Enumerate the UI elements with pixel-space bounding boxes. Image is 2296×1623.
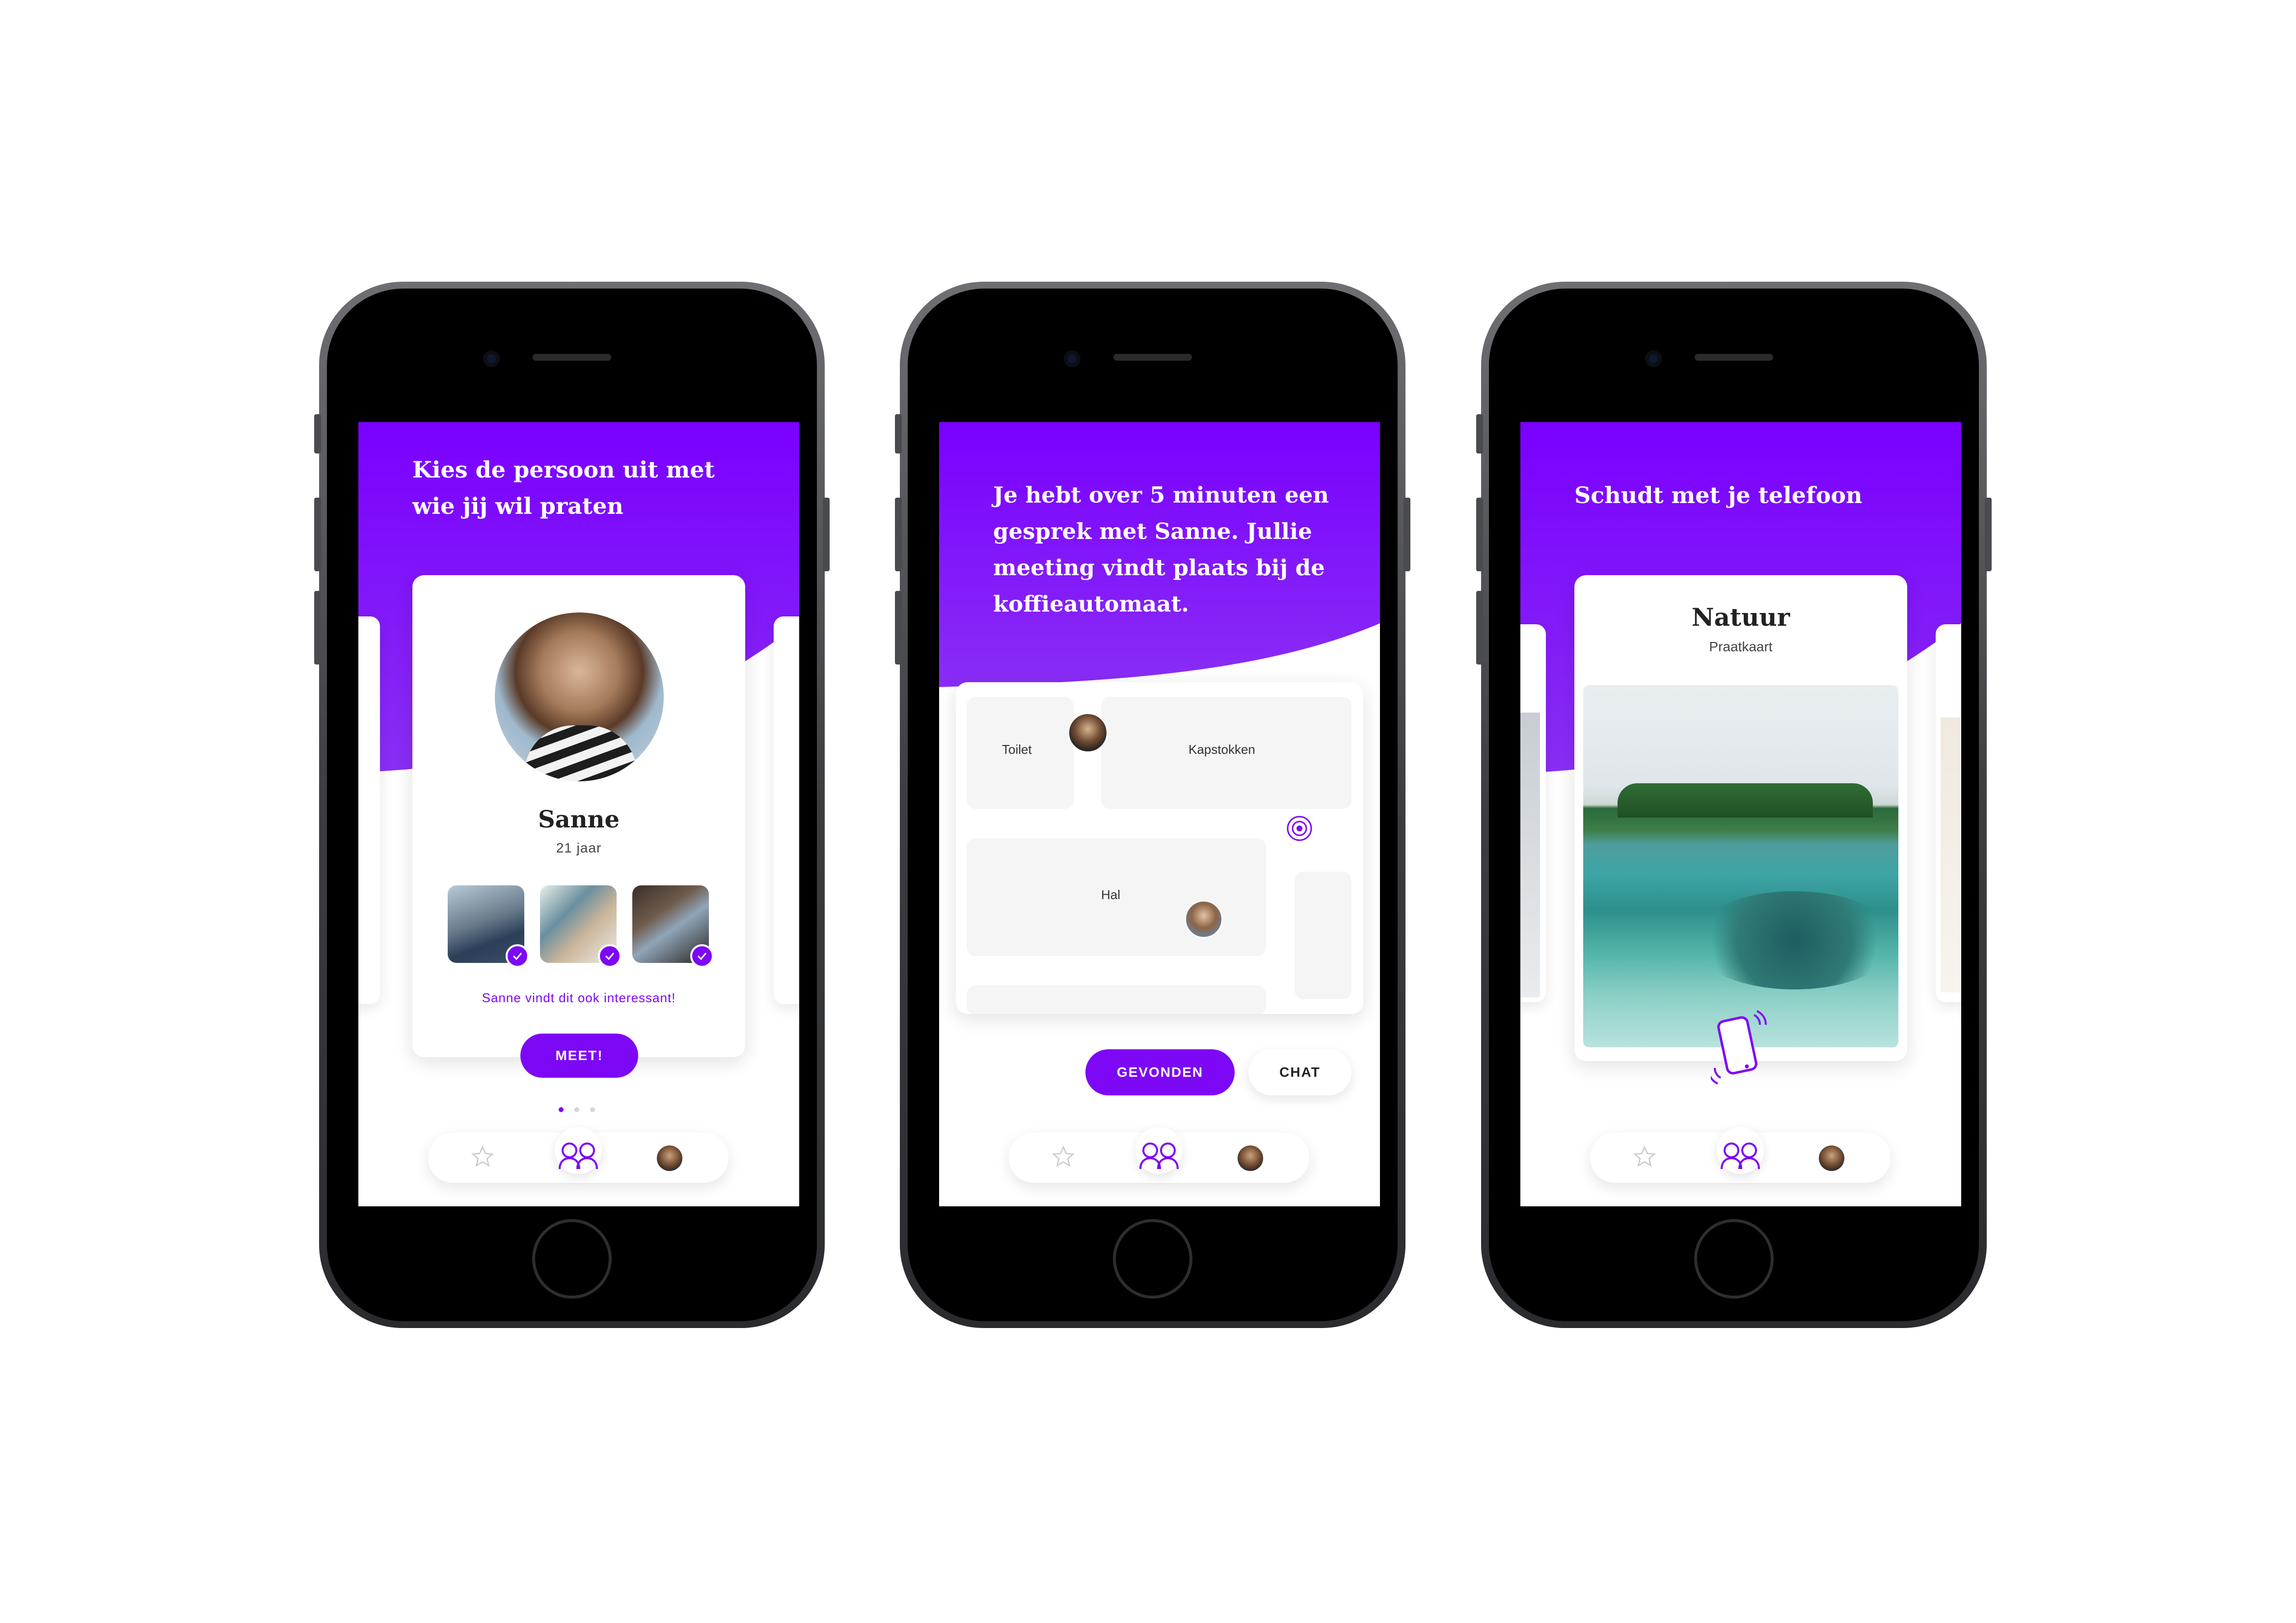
card-image	[1583, 685, 1898, 1047]
interest-photo[interactable]	[540, 885, 621, 968]
pagination-dot-active[interactable]	[559, 1107, 564, 1112]
reef	[1691, 891, 1897, 989]
map-room-toilet[interactable]: Toilet	[967, 697, 1074, 809]
check-icon	[506, 944, 529, 968]
home-button[interactable]	[1113, 1219, 1192, 1299]
phone-bezel: Kies de persoon uit met wie jij wil prat…	[327, 289, 817, 1321]
profile-photo	[495, 612, 664, 781]
map-room-coat-rack[interactable]: Kapstokken	[1101, 697, 1351, 809]
island-trees	[1618, 783, 1873, 818]
prev-card-image	[1520, 713, 1540, 997]
profile-name: Sanne	[538, 806, 620, 833]
profile-avatar[interactable]	[1819, 1145, 1844, 1171]
page-title: Kies de persoon uit met wie jij wil prat…	[412, 452, 715, 524]
map-label-hall: Hal	[1101, 887, 1121, 902]
interest-note: Sanne vindt dit ook interessant!	[482, 990, 676, 1005]
people-icon[interactable]	[557, 1142, 600, 1174]
star-icon[interactable]	[1051, 1144, 1076, 1171]
phone-side-button	[895, 498, 902, 571]
star-icon[interactable]	[1632, 1144, 1657, 1171]
profile-avatar[interactable]	[657, 1145, 682, 1171]
phone-bezel: Schudt met je telefoon Natuur Praatkaart	[1489, 289, 1979, 1321]
phone-side-button	[314, 414, 321, 453]
title-line: meeting vindt plaats bij de	[993, 555, 1325, 581]
title-line: koffieautomaat.	[993, 591, 1189, 617]
pagination-dot[interactable]	[590, 1107, 595, 1112]
phone-side-button	[314, 591, 321, 665]
phone-1: Kies de persoon uit met wie jij wil prat…	[314, 282, 830, 1328]
phone-side-button	[1476, 591, 1483, 665]
people-icon[interactable]	[1719, 1142, 1762, 1174]
chat-button[interactable]: CHAT	[1248, 1049, 1351, 1095]
pagination-dot[interactable]	[574, 1107, 579, 1112]
profile-card[interactable]: Sanne 21 jaar Sanne vindt dit ook intere…	[412, 575, 745, 1057]
people-icon[interactable]	[1137, 1142, 1181, 1174]
phone-bezel: Je hebt over 5 minuten een gesprek met S…	[908, 289, 1398, 1321]
pagination-dots	[559, 1107, 603, 1113]
phone-3: Schudt met je telefoon Natuur Praatkaart	[1476, 282, 1992, 1328]
map-room[interactable]	[1295, 872, 1351, 999]
phone-side-button	[1476, 414, 1483, 453]
card-subtitle: Praatkaart	[1709, 639, 1773, 654]
next-card-peek[interactable]	[1936, 624, 1961, 1002]
check-icon	[598, 944, 621, 968]
interest-photo[interactable]	[632, 885, 714, 968]
screen-shake-phone: Schudt met je telefoon Natuur Praatkaart	[1520, 422, 1961, 1206]
prev-card-peek[interactable]	[1520, 624, 1546, 1002]
phone-side-button	[895, 414, 902, 453]
shirt-stripes	[524, 725, 637, 781]
user-location-avatar[interactable]	[1068, 713, 1108, 753]
map-label-toilet: Toilet	[1002, 742, 1032, 757]
phone-side-button	[823, 498, 830, 571]
profile-avatar[interactable]	[1238, 1145, 1263, 1171]
screen-meeting: Je hebt over 5 minuten een gesprek met S…	[939, 422, 1380, 1206]
front-camera	[483, 350, 500, 367]
bottom-nav	[1009, 1127, 1309, 1183]
bottom-nav	[428, 1127, 729, 1183]
front-camera	[1064, 350, 1080, 367]
star-icon[interactable]	[470, 1144, 495, 1171]
home-button[interactable]	[532, 1219, 612, 1299]
earpiece-speaker	[533, 354, 611, 361]
check-icon	[690, 944, 714, 968]
map-room-hall[interactable]: Hal	[967, 838, 1266, 956]
title-line: Kies de persoon uit met	[412, 456, 715, 483]
page-title: Je hebt over 5 minuten een gesprek met S…	[993, 477, 1329, 622]
title-line: wie jij wil praten	[412, 493, 623, 519]
next-card-peek[interactable]	[774, 616, 799, 1004]
phone-side-button	[1404, 498, 1410, 571]
map-label-coat-rack: Kapstokken	[1189, 742, 1255, 757]
home-button[interactable]	[1694, 1219, 1774, 1299]
phone-2: Je hebt over 5 minuten een gesprek met S…	[895, 282, 1410, 1328]
prev-card-peek[interactable]	[358, 616, 380, 1004]
meeting-point-icon[interactable]	[1285, 814, 1314, 846]
phone-side-button	[1985, 498, 1992, 571]
floor-map[interactable]: Toilet Kapstokken Hal	[956, 682, 1363, 1014]
meet-button[interactable]: MEET!	[520, 1034, 638, 1078]
profile-age: 21 jaar	[556, 840, 602, 855]
earpiece-speaker	[1113, 354, 1192, 361]
card-title: Natuur	[1691, 603, 1790, 632]
map-room[interactable]	[967, 985, 1266, 1014]
phone-side-button	[1476, 498, 1483, 571]
bottom-nav	[1590, 1127, 1891, 1183]
shake-phone-icon	[1708, 1009, 1770, 1105]
phone-side-button	[895, 591, 902, 665]
found-button[interactable]: GEVONDEN	[1085, 1049, 1235, 1095]
screen-choose-person: Kies de persoon uit met wie jij wil prat…	[358, 422, 799, 1206]
earpiece-speaker	[1695, 354, 1773, 361]
front-camera	[1645, 350, 1662, 367]
sanne-location-avatar[interactable]	[1185, 900, 1223, 938]
page-title: Schudt met je telefoon	[1574, 482, 1863, 508]
title-line: gesprek met Sanne. Jullie	[993, 518, 1312, 544]
next-card-image	[1941, 718, 1960, 992]
title-line: Je hebt over 5 minuten een	[993, 482, 1329, 508]
interest-photo[interactable]	[448, 885, 529, 968]
phone-side-button	[314, 498, 321, 571]
talk-card[interactable]: Natuur Praatkaart	[1574, 575, 1907, 1061]
